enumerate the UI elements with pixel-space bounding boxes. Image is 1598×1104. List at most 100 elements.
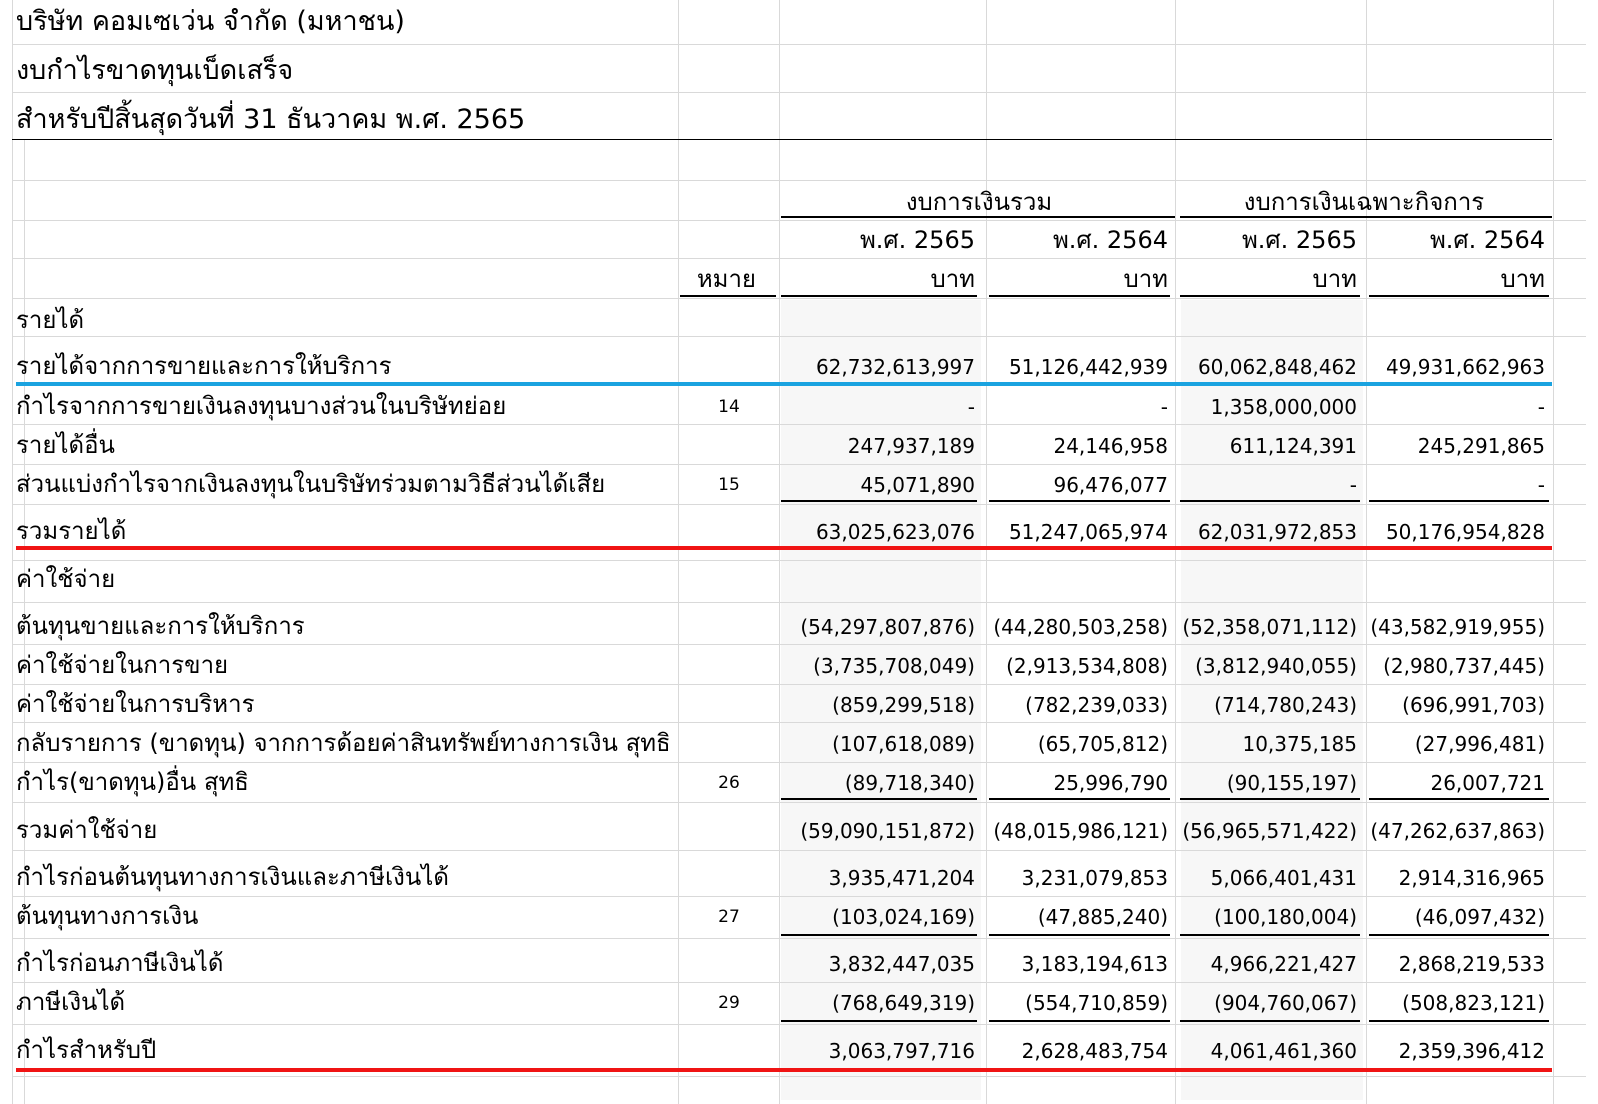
row-value: (65,705,812) [1037, 732, 1168, 756]
row-value: (768,649,319) [832, 991, 975, 1015]
row-label: กำไรก่อนภาษีเงินได้ [16, 949, 224, 977]
highlight-red-profit [16, 1068, 1552, 1072]
statement-title: งบกำไรขาดทุนเบ็ดเสร็จ [16, 55, 294, 86]
row-value: 2,868,219,533 [1398, 952, 1545, 976]
row-value: (54,297,807,876) [800, 615, 975, 639]
row-value: (508,823,121) [1402, 991, 1545, 1015]
unit-header: บาท [930, 265, 975, 293]
row-value: 60,062,848,462 [1197, 355, 1357, 379]
row-value: (107,618,089) [832, 732, 975, 756]
company-name: บริษัท คอมเซเว่น จำกัด (มหาชน) [16, 6, 405, 37]
row-value: 51,126,442,939 [1008, 355, 1168, 379]
period-title: สำหรับปีสิ้นสุดวันที่ 31 ธันวาคม พ.ศ. 25… [16, 104, 526, 135]
row-value: 247,937,189 [847, 434, 975, 458]
row-value: (44,280,503,258) [993, 615, 1168, 639]
row-value: (782,239,033) [1025, 693, 1168, 717]
row-value: - [1537, 395, 1545, 419]
row-label: กำไร(ขาดทุน)อื่น สุทธิ [16, 768, 249, 796]
row-value: (27,996,481) [1414, 732, 1545, 756]
row-value: (52,358,071,112) [1182, 615, 1357, 639]
highlight-red-total-revenue [16, 546, 1552, 550]
row-value: 4,966,221,427 [1210, 952, 1357, 976]
row-value: (554,710,859) [1025, 991, 1168, 1015]
row-label: ส่วนแบ่งกำไรจากเงินลงทุนในบริษัทร่วมตามว… [16, 470, 606, 498]
row-value: 1,358,000,000 [1210, 395, 1357, 419]
row-value: 62,732,613,997 [815, 355, 975, 379]
row-label: กำไรก่อนต้นทุนทางการเงินและภาษีเงินได้ [16, 863, 449, 891]
row-value: 96,476,077 [1053, 473, 1168, 497]
row-label: ค่าใช้จ่าย [16, 565, 116, 593]
row-value: (59,090,151,872) [800, 819, 975, 843]
row-value: 245,291,865 [1417, 434, 1545, 458]
highlight-blue-revenue [16, 382, 1552, 386]
row-label: กำไรจากการขายเงินลงทุนบางส่วนในบริษัทย่อ… [16, 392, 507, 420]
title-underline [12, 139, 1552, 140]
row-value: (48,015,986,121) [993, 819, 1168, 843]
row-note: 15 [718, 475, 740, 495]
row-value: (103,024,169) [832, 905, 975, 929]
row-value: (3,812,940,055) [1195, 654, 1357, 678]
row-value: - [1537, 473, 1545, 497]
row-label: รายได้จากการขายและการให้บริการ [16, 352, 392, 380]
row-value: 25,996,790 [1053, 771, 1168, 795]
row-value: (714,780,243) [1214, 693, 1357, 717]
row-value: 611,124,391 [1229, 434, 1357, 458]
row-note: 27 [718, 907, 740, 927]
row-value: 4,061,461,360 [1210, 1039, 1357, 1063]
year-header: พ.ศ. 2564 [1429, 226, 1545, 254]
row-value: 2,359,396,412 [1398, 1039, 1545, 1063]
row-label: กำไรสำหรับปี [16, 1036, 157, 1064]
row-value: 50,176,954,828 [1385, 520, 1545, 544]
row-label: รายได้ [16, 306, 85, 334]
row-value: (859,299,518) [832, 693, 975, 717]
row-value: 45,071,890 [860, 473, 975, 497]
row-value: 3,832,447,035 [828, 952, 975, 976]
row-label: กลับรายการ (ขาดทุน) จากการด้อยค่าสินทรัพ… [16, 729, 671, 757]
row-value: - [1349, 473, 1357, 497]
row-value: (89,718,340) [844, 771, 975, 795]
row-value: (43,582,919,955) [1370, 615, 1545, 639]
row-value: (100,180,004) [1214, 905, 1357, 929]
row-value: 24,146,958 [1053, 434, 1168, 458]
row-note: 14 [718, 397, 740, 417]
unit-header: บาท [1312, 265, 1357, 293]
row-label: ค่าใช้จ่ายในการขาย [16, 651, 229, 679]
row-label: รายได้อื่น [16, 431, 115, 459]
row-value: 3,935,471,204 [828, 866, 975, 890]
row-label: รวมรายได้ [16, 517, 127, 545]
row-value: 10,375,185 [1242, 732, 1357, 756]
row-value: 3,231,079,853 [1021, 866, 1168, 890]
row-value: - [967, 395, 975, 419]
spreadsheet: บริษัท คอมเซเว่น จำกัด (มหาชน) งบกำไรขาด… [0, 0, 1598, 1104]
row-label: ต้นทุนขายและการให้บริการ [16, 612, 305, 640]
row-value: (2,980,737,445) [1383, 654, 1545, 678]
year-header: พ.ศ. 2565 [1241, 226, 1357, 254]
row-value: 3,183,194,613 [1021, 952, 1168, 976]
row-value: 3,063,797,716 [828, 1039, 975, 1063]
row-note: 29 [718, 993, 740, 1013]
row-label: รวมค่าใช้จ่าย [16, 816, 158, 844]
row-value: (56,965,571,422) [1182, 819, 1357, 843]
row-value: (3,735,708,049) [813, 654, 975, 678]
unit-header: บาท [1123, 265, 1168, 293]
row-value: (696,991,703) [1402, 693, 1545, 717]
year-header: พ.ศ. 2564 [1052, 226, 1168, 254]
row-value: (904,760,067) [1214, 991, 1357, 1015]
row-value: 2,628,483,754 [1021, 1039, 1168, 1063]
row-label: ค่าใช้จ่ายในการบริหาร [16, 690, 255, 718]
row-label: ภาษีเงินได้ [16, 988, 126, 1016]
unit-header: บาท [1500, 265, 1545, 293]
row-note: 26 [718, 773, 740, 793]
row-value: - [1160, 395, 1168, 419]
year-header: พ.ศ. 2565 [859, 226, 975, 254]
row-value: (90,155,197) [1226, 771, 1357, 795]
row-value: 62,031,972,853 [1197, 520, 1357, 544]
row-value: 49,931,662,963 [1385, 355, 1545, 379]
row-value: 63,025,623,076 [815, 520, 975, 544]
row-value: (2,913,534,808) [1006, 654, 1168, 678]
row-value: 26,007,721 [1430, 771, 1545, 795]
row-value: 2,914,316,965 [1398, 866, 1545, 890]
group-separate: งบการเงินเฉพาะกิจการ [1243, 188, 1485, 216]
row-value: 51,247,065,974 [1008, 520, 1168, 544]
row-label: ต้นทุนทางการเงิน [16, 902, 199, 930]
